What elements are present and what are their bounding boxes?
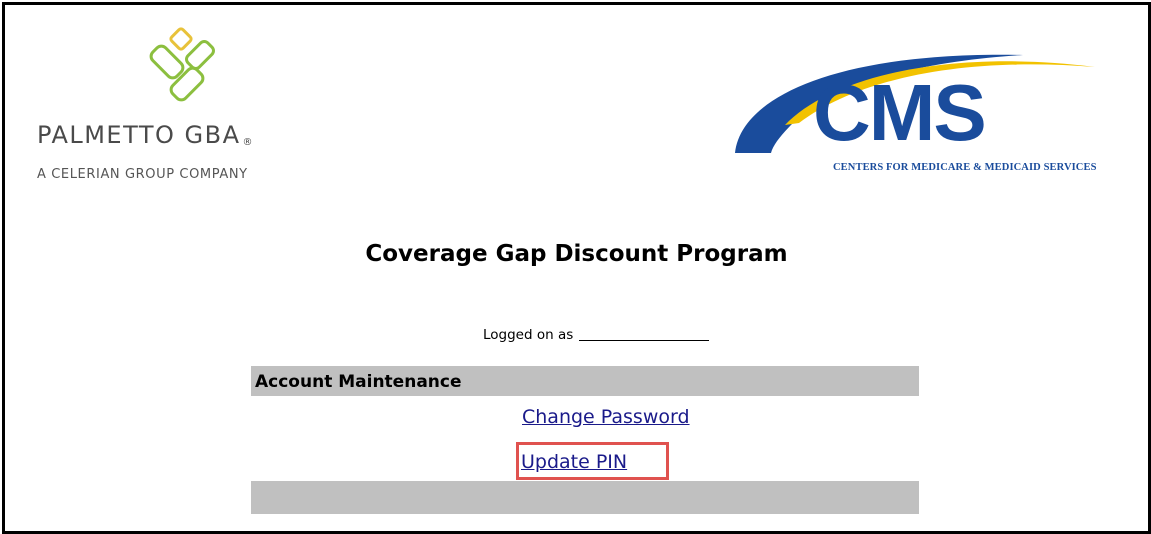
page-frame: PALMETTO GBA ® A CELERIAN GROUP COMPANY C… xyxy=(2,2,1151,534)
account-maintenance-title: Account Maintenance xyxy=(255,372,462,392)
palmetto-tagline: A CELERIAN GROUP COMPANY xyxy=(37,167,248,182)
change-password-link[interactable]: Change Password xyxy=(522,406,690,428)
account-maintenance-header: Account Maintenance xyxy=(251,366,919,396)
logged-on-label: Logged on as xyxy=(483,327,574,343)
logged-on-status: Logged on as xyxy=(483,327,710,343)
palmetto-name: PALMETTO GBA ® xyxy=(37,121,254,149)
palmetto-name-text: PALMETTO GBA xyxy=(37,121,241,149)
cms-subtitle: CENTERS FOR MEDICARE & MEDICAID SERVICES xyxy=(833,162,1097,173)
username-blank xyxy=(579,340,710,341)
palmetto-leaf-icon xyxy=(149,27,215,102)
registered-mark: ® xyxy=(242,137,254,148)
account-maintenance-footer xyxy=(251,481,919,514)
cms-letters: CMS xyxy=(813,68,987,157)
page-title: Coverage Gap Discount Program xyxy=(365,241,788,267)
update-pin-link[interactable]: Update PIN xyxy=(521,451,627,473)
palmetto-gba-logo: PALMETTO GBA ® A CELERIAN GROUP COMPANY xyxy=(35,25,335,195)
cms-logo: CMS CENTERS FOR MEDICARE & MEDICAID SERV… xyxy=(723,45,1103,185)
